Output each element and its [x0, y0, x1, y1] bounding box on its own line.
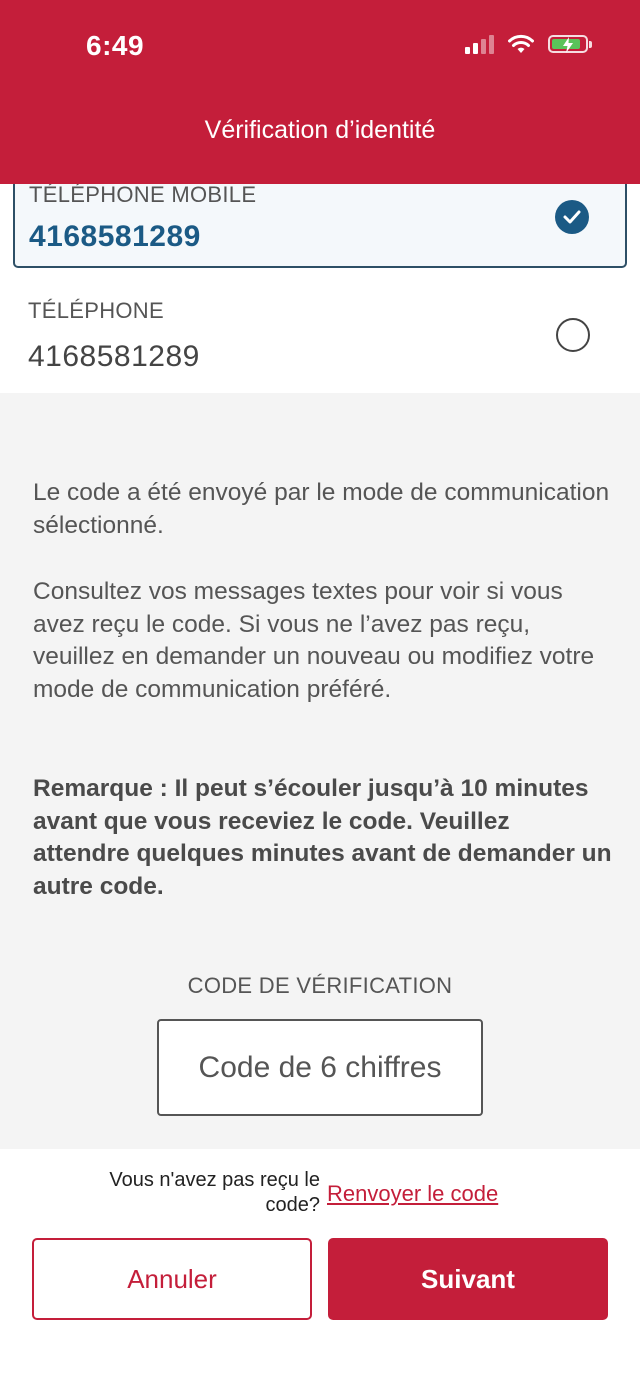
next-button[interactable]: Suivant: [328, 1238, 608, 1320]
battery-charging-icon: [548, 35, 592, 53]
option-label: TÉLÉPHONE: [28, 298, 164, 323]
option-value: 4168581289: [28, 340, 200, 373]
cancel-button[interactable]: Annuler: [32, 1238, 312, 1320]
option-value: 4168581289: [29, 220, 201, 253]
resend-code-link[interactable]: Renvoyer le code: [327, 1181, 498, 1207]
code-label: CODE DE VÉRIFICATION: [187, 973, 453, 998]
info-paragraph: Le code a été envoyé par le mode de comm…: [33, 479, 610, 539]
contact-option-phone[interactable]: TÉLÉPHONE 4168581289: [0, 270, 640, 392]
check-icon: [555, 200, 589, 234]
signal-icon: [465, 34, 494, 54]
info-paragraph: Consultez vos messages textes pour voir …: [33, 578, 595, 703]
info-note: Remarque : Il peut s’écouler jusqu’à 10 …: [33, 775, 612, 900]
status-time: 6:49: [86, 30, 145, 61]
option-label: TÉLÉPHONE MOBILE: [29, 182, 257, 207]
verification-code-input[interactable]: [157, 1019, 483, 1116]
status-icons: [465, 34, 592, 54]
resend-prompt: Vous n'avez pas reçu le code?: [109, 1169, 320, 1216]
info-panel: Le code a été envoyé par le mode de comm…: [0, 393, 640, 1149]
app-header: 6:49 Vérification d’identité: [0, 0, 640, 184]
wifi-icon: [508, 34, 534, 53]
radio-empty-icon: [556, 318, 590, 352]
page-title: Vérification d’identité: [204, 116, 436, 144]
